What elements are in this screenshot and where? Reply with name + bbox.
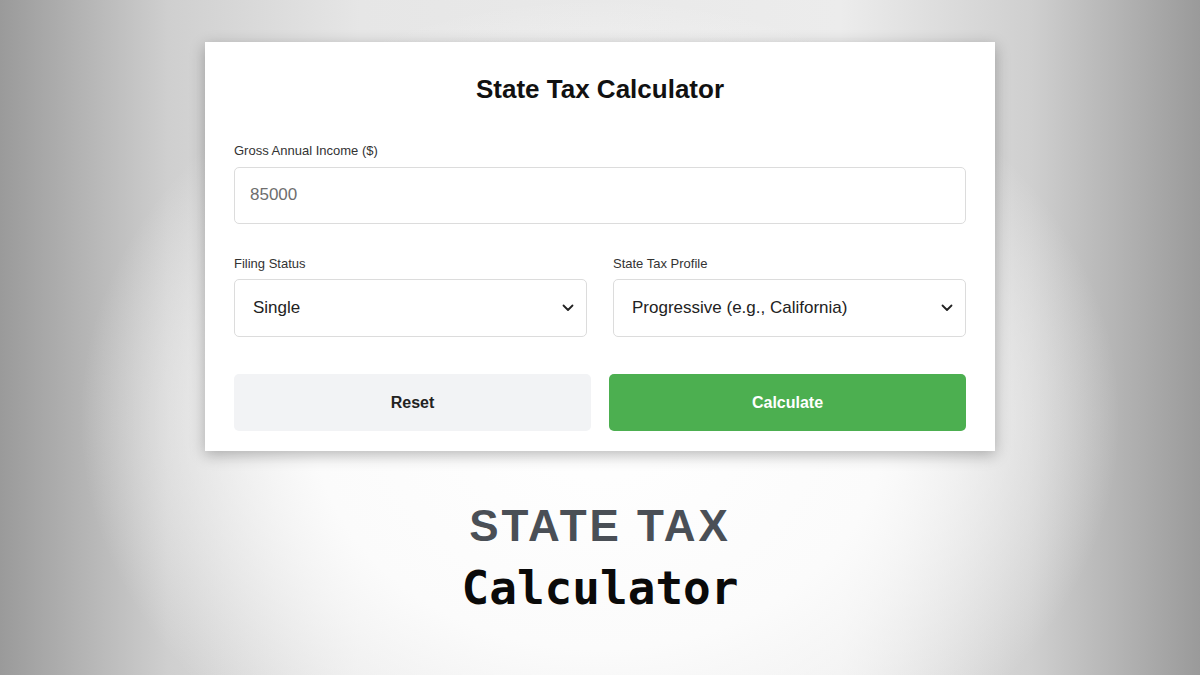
- select-field: Filing Status Single: [234, 256, 587, 338]
- chevron-down-icon: [941, 304, 953, 312]
- content: State Tax Calculator Gross Annual Income …: [0, 0, 1200, 615]
- income-field: Gross Annual Income ($): [234, 143, 966, 224]
- button-row: Reset Calculate: [234, 374, 966, 431]
- select-field: State Tax Profile Progressive (e.g., Cali…: [613, 256, 966, 338]
- select-value: Progressive (e.g., California): [632, 298, 847, 318]
- chevron-down-icon: [562, 304, 574, 312]
- select-label: State Tax Profile: [613, 256, 966, 272]
- calculator-card: State Tax Calculator Gross Annual Income …: [205, 42, 995, 451]
- select-box[interactable]: Progressive (e.g., California): [613, 279, 966, 337]
- reset-button[interactable]: Reset: [234, 374, 591, 431]
- page: State Tax Calculator Gross Annual Income …: [0, 0, 1200, 675]
- income-input[interactable]: [234, 167, 966, 224]
- card-title: State Tax Calculator: [234, 74, 966, 105]
- income-label: Gross Annual Income ($): [234, 143, 966, 159]
- caption-headline: STATE TAX: [469, 501, 731, 552]
- select-value: Single: [253, 298, 300, 318]
- select-row: Filing Status Single State Tax Profile Prog…: [234, 256, 966, 338]
- calculate-button[interactable]: Calculate: [609, 374, 966, 431]
- select-label: Filing Status: [234, 256, 587, 272]
- caption-subline: Calculator: [462, 562, 739, 615]
- select-box[interactable]: Single: [234, 279, 587, 337]
- caption: STATE TAX Calculator: [462, 501, 739, 614]
